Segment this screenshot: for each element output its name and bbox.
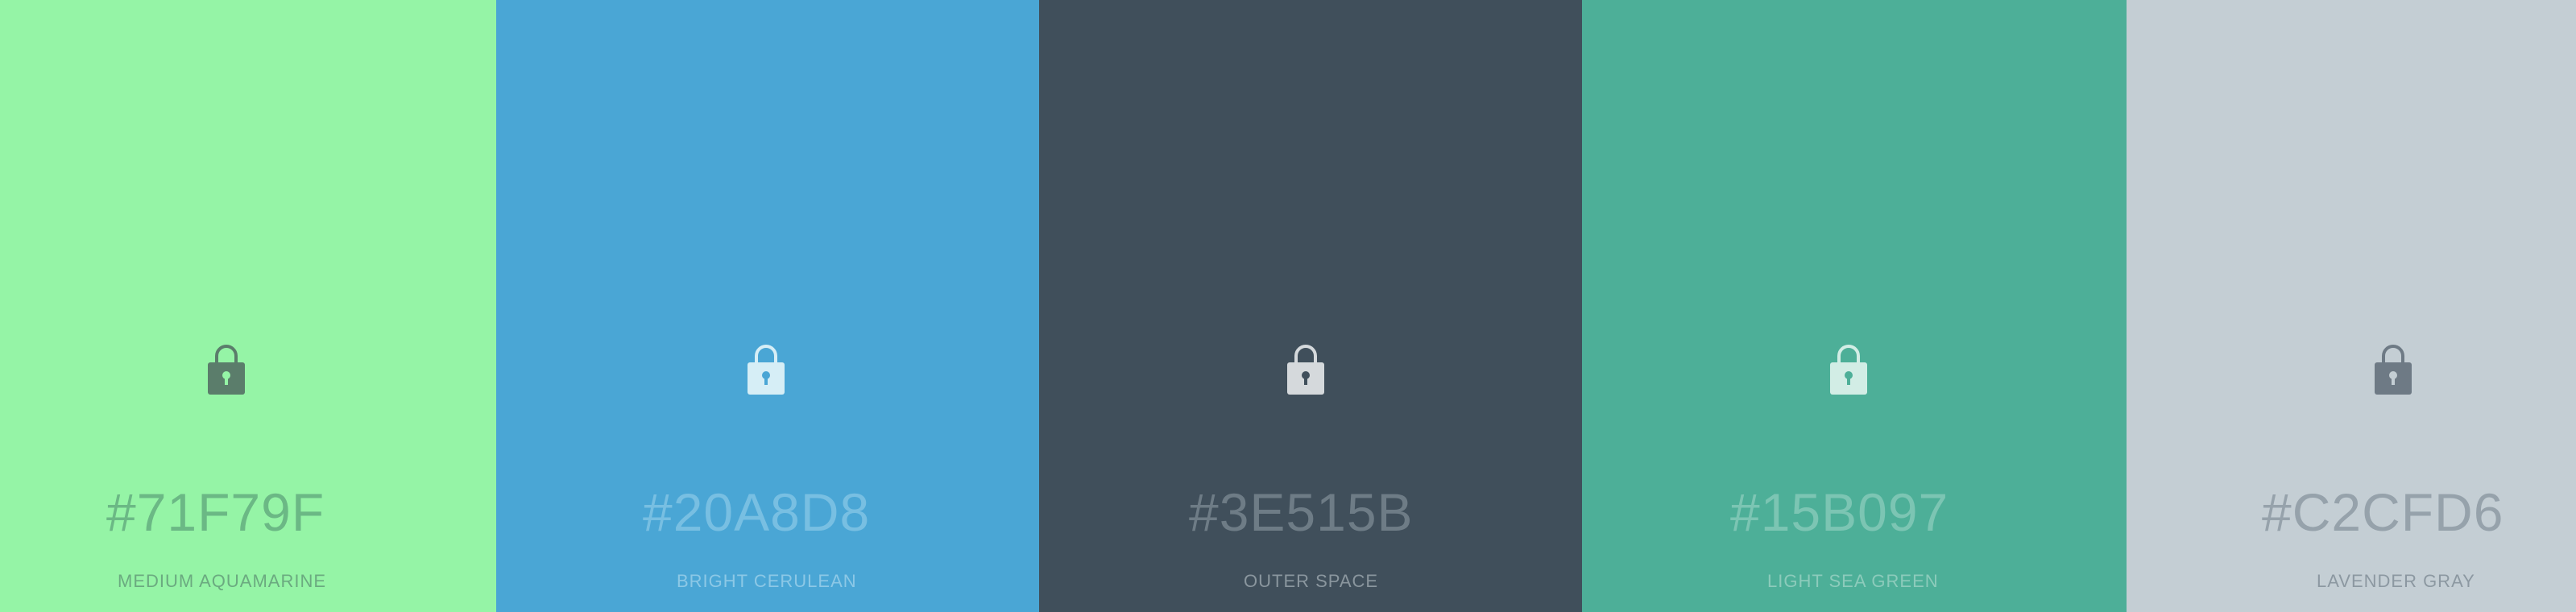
lock-icon[interactable]: [746, 343, 786, 396]
lock-icon-graphic: [208, 345, 245, 395]
lock-icon-graphic: [1287, 345, 1324, 395]
swatch-bright-cerulean[interactable]: #20A8D8 BRIGHT CERULEAN: [496, 0, 1039, 612]
color-palette: #71F79F MEDIUM AQUAMARINE #20A8D8 BRIGHT…: [0, 0, 2576, 612]
hex-code[interactable]: #3E515B: [1189, 480, 1414, 544]
lock-icon[interactable]: [206, 343, 246, 396]
swatch-medium-aquamarine[interactable]: #71F79F MEDIUM AQUAMARINE: [0, 0, 496, 612]
hex-code[interactable]: #71F79F: [106, 480, 325, 544]
lock-icon-graphic: [1830, 345, 1867, 395]
lock-icon-graphic: [748, 345, 785, 395]
hex-code[interactable]: #C2CFD6: [2262, 480, 2504, 544]
color-name: LAVENDER GRAY: [2317, 571, 2475, 591]
color-name: OUTER SPACE: [1244, 571, 1379, 591]
swatch-light-sea-green[interactable]: #15B097 LIGHT SEA GREEN: [1582, 0, 2127, 612]
color-name: MEDIUM AQUAMARINE: [118, 571, 327, 591]
lock-icon[interactable]: [1828, 343, 1869, 396]
lock-icon[interactable]: [2373, 343, 2413, 396]
lock-icon[interactable]: [1286, 343, 1326, 396]
swatch-outer-space[interactable]: #3E515B OUTER SPACE: [1039, 0, 1582, 612]
hex-code[interactable]: #15B097: [1730, 480, 1949, 544]
hex-code[interactable]: #20A8D8: [643, 480, 870, 544]
swatch-lavender-gray[interactable]: #C2CFD6 LAVENDER GRAY: [2127, 0, 2576, 612]
color-name: BRIGHT CERULEAN: [677, 571, 857, 591]
color-name: LIGHT SEA GREEN: [1767, 571, 1939, 591]
lock-icon-graphic: [2375, 345, 2412, 395]
